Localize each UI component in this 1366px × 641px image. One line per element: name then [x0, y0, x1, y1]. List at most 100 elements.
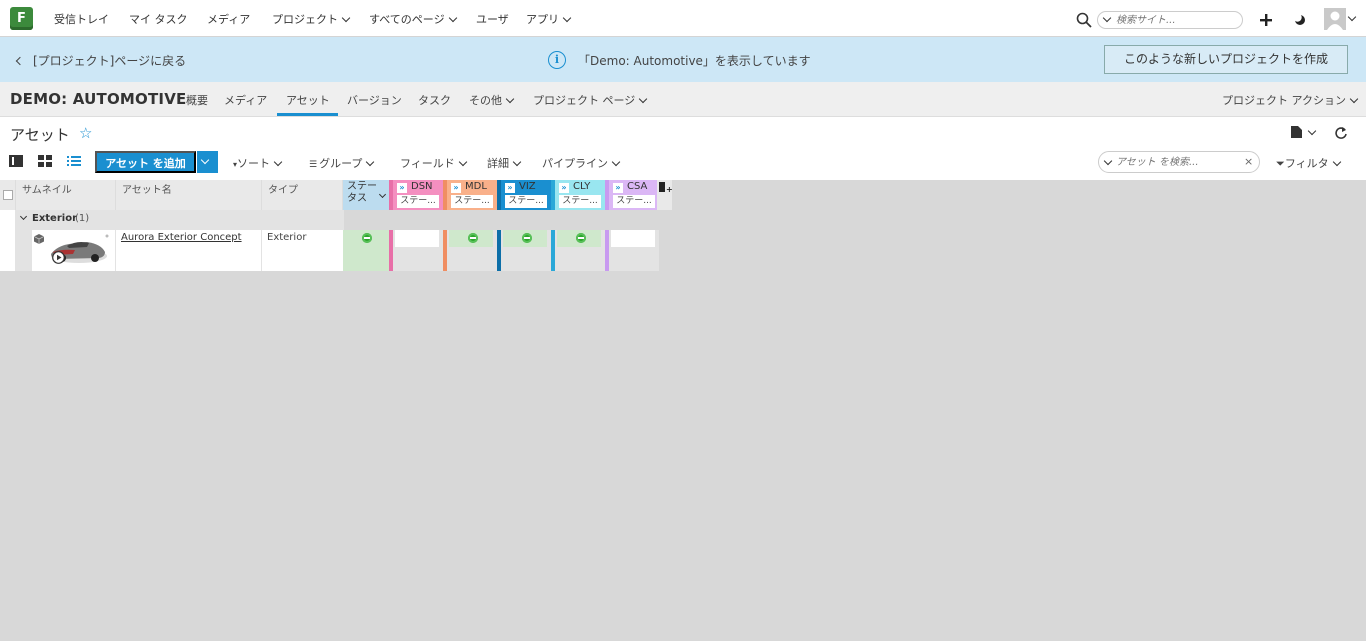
- expand-step-icon[interactable]: »: [397, 183, 407, 193]
- pipeline-step-header[interactable]: » CSA ステー...: [605, 180, 659, 210]
- tab-assets[interactable]: アセット: [286, 92, 330, 108]
- chevron-down-icon[interactable]: [1102, 13, 1112, 23]
- asset-type-cell: Exterior: [267, 232, 307, 243]
- details-menu[interactable]: 詳細: [487, 155, 522, 171]
- pipeline-step-header[interactable]: » MDL ステー...: [443, 180, 497, 210]
- expand-step-icon[interactable]: »: [559, 183, 569, 193]
- column-config-header[interactable]: +: [657, 180, 673, 210]
- pipeline-step-header[interactable]: » VIZ ステー...: [497, 180, 551, 210]
- pipeline-step-cell[interactable]: [497, 230, 551, 271]
- status-cell[interactable]: [343, 230, 389, 271]
- pipeline-step-status[interactable]: [557, 230, 601, 247]
- pipeline-step-status-label: ステー...: [559, 195, 601, 208]
- select-all-checkbox[interactable]: [3, 190, 13, 200]
- grid-view-icon[interactable]: [38, 154, 54, 168]
- pipeline-step-cell[interactable]: [389, 230, 443, 271]
- expand-step-icon[interactable]: »: [613, 183, 623, 193]
- column-header-thumbnail[interactable]: サムネイル: [16, 180, 116, 210]
- page-title: アセット: [10, 126, 70, 144]
- status-dot-icon: [522, 233, 532, 243]
- group-icon: ☰: [309, 160, 318, 170]
- project-actions-label: プロジェクト アクション: [1222, 94, 1346, 107]
- pipeline-step-status[interactable]: [449, 230, 493, 247]
- pipeline-step-status-label: ステー...: [451, 195, 493, 208]
- column-header-type[interactable]: タイプ: [262, 180, 343, 210]
- tab-tasks[interactable]: タスク: [418, 92, 451, 108]
- pipeline-step-cell[interactable]: [605, 230, 659, 271]
- pipeline-step-code: VIZ: [519, 181, 536, 192]
- pipeline-step-status[interactable]: [503, 230, 547, 247]
- tab-versions[interactable]: バージョン: [347, 92, 402, 108]
- moon-icon[interactable]: [1293, 13, 1307, 27]
- nav-my-tasks[interactable]: マイ タスク: [129, 11, 188, 27]
- chevron-down-icon: [341, 13, 351, 23]
- add-asset-dropdown[interactable]: [197, 151, 218, 173]
- nav-media[interactable]: メディア: [207, 11, 250, 27]
- tab-other[interactable]: その他: [469, 92, 515, 108]
- project-title: DEMO: AUTOMOTIVE: [10, 90, 187, 108]
- pipeline-menu[interactable]: パイプライン: [542, 155, 621, 171]
- create-similar-project-button[interactable]: このような新しいプロジェクトを作成: [1104, 45, 1348, 74]
- pipeline-step-header[interactable]: » DSN ステー...: [389, 180, 443, 210]
- star-icon[interactable]: ☆: [79, 124, 92, 142]
- chevron-down-icon[interactable]: [1347, 12, 1357, 22]
- app-logo[interactable]: F: [10, 7, 33, 30]
- add-asset-button[interactable]: アセット を追加: [95, 151, 196, 173]
- search-icon[interactable]: [1076, 12, 1092, 28]
- back-label: [プロジェクト]ページに戻る: [33, 54, 187, 68]
- status-dot-icon: [576, 233, 586, 243]
- chevron-down-icon[interactable]: [1307, 126, 1317, 136]
- document-icon[interactable]: [1291, 126, 1302, 138]
- nav-users[interactable]: ユーザ: [476, 11, 509, 27]
- chevron-down-icon: [1332, 157, 1341, 167]
- plus-icon[interactable]: [1259, 13, 1273, 27]
- pipeline-step-status[interactable]: [611, 230, 655, 247]
- column-header-asset-name[interactable]: アセット名: [116, 180, 262, 210]
- play-icon[interactable]: [52, 251, 65, 264]
- tab-overview[interactable]: 概要: [186, 92, 208, 108]
- pipeline-step-status[interactable]: [395, 230, 439, 247]
- nav-apps[interactable]: アプリ: [526, 11, 572, 27]
- back-to-projects-link[interactable]: [プロジェクト]ページに戻る: [15, 52, 187, 69]
- list-view-icon[interactable]: [67, 154, 83, 168]
- pipeline-step-code: MDL: [465, 181, 487, 192]
- pipeline-step-cell[interactable]: [551, 230, 605, 271]
- chevron-down-icon: [639, 94, 648, 104]
- column-header-label: サムネイル: [22, 185, 72, 196]
- column-header-status[interactable]: ステー タス: [343, 180, 389, 210]
- clear-search-icon[interactable]: ×: [1244, 155, 1253, 168]
- chevron-left-icon: [15, 56, 25, 66]
- avatar[interactable]: [1324, 8, 1346, 30]
- pipeline-step-status-label: ステー...: [505, 195, 547, 208]
- nav-all-pages[interactable]: すべてのページ: [369, 11, 457, 27]
- asset-name-link[interactable]: Aurora Exterior Concept: [121, 232, 242, 243]
- expand-step-icon[interactable]: »: [451, 183, 461, 193]
- project-actions-menu[interactable]: プロジェクト アクション: [1222, 92, 1359, 108]
- nav-projects[interactable]: プロジェクト: [272, 11, 351, 27]
- expand-step-icon[interactable]: »: [505, 183, 515, 193]
- add-column-icon: +: [666, 185, 673, 194]
- pipeline-step-header[interactable]: » CLY ステー...: [551, 180, 605, 210]
- asset-search-input[interactable]: [1116, 155, 1236, 169]
- chevron-down-icon[interactable]: [1103, 156, 1113, 166]
- pipeline-step-cell[interactable]: [443, 230, 497, 271]
- detail-view-icon[interactable]: [9, 154, 25, 168]
- site-search: [1097, 11, 1243, 29]
- details-label: 詳細: [487, 157, 509, 170]
- sort-label: ソート: [237, 157, 271, 170]
- filter-label: フィルタ: [1284, 157, 1329, 170]
- refresh-icon[interactable]: [1334, 126, 1347, 139]
- assets-page-header: アセット ☆ アセット を追加 ▾ソート ☰ グループ フィールド 詳細 パイプラ…: [0, 117, 1366, 180]
- site-search-input[interactable]: [1116, 13, 1236, 27]
- nav-inbox[interactable]: 受信トレイ: [54, 11, 109, 27]
- nav-apps-label: アプリ: [526, 13, 559, 26]
- fields-menu[interactable]: フィールド: [400, 155, 468, 171]
- chevron-down-icon[interactable]: [19, 212, 28, 221]
- filter-menu[interactable]: ⏷フィルタ: [1276, 155, 1341, 171]
- tab-media[interactable]: メディア: [224, 92, 267, 108]
- tab-project-pages[interactable]: プロジェクト ページ: [533, 92, 648, 108]
- sort-menu[interactable]: ▾ソート: [233, 155, 283, 171]
- pipeline-step-status-label: ステー...: [613, 195, 655, 208]
- group-header-exterior[interactable]: Exterior (1): [15, 210, 344, 230]
- group-menu[interactable]: ☰ グループ: [309, 155, 375, 171]
